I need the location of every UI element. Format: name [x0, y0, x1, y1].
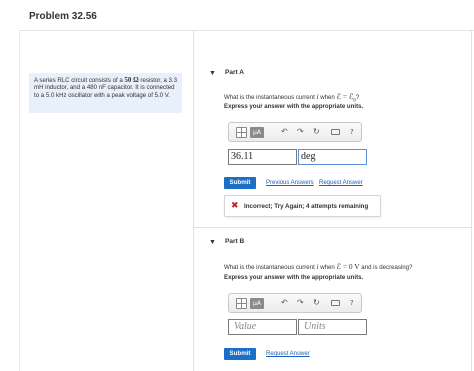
header-divider [19, 30, 474, 31]
part-b-question: What is the instantaneous current i when… [224, 262, 412, 271]
emf-expression: ℰ = 0 V [336, 262, 360, 271]
help-question-icon[interactable]: ? [350, 297, 354, 309]
redo-arrow-icon[interactable]: ↷ [297, 126, 304, 138]
part-a-instruction: Express your answer with the appropriate… [224, 103, 364, 110]
redo-arrow-icon[interactable]: ↷ [297, 297, 304, 309]
resistance-value: 50 [124, 76, 132, 84]
part-a-collapse-caret[interactable]: ▼ [209, 70, 216, 77]
right-border [471, 30, 472, 371]
keyboard-icon[interactable] [331, 300, 340, 306]
x-mark-icon: ✖ [231, 201, 239, 211]
emf-expression: ℰ = ℰ0 [336, 92, 356, 103]
undo-arrow-icon[interactable]: ↶ [281, 126, 288, 138]
part-a-value-input[interactable]: 36.11 [228, 149, 297, 165]
units-button[interactable]: μA [250, 298, 264, 309]
previous-answers-link[interactable]: Previous Answers [266, 180, 314, 186]
part-b-label[interactable]: Part B [225, 238, 244, 245]
part-b-math-toolbar: μA ↶ ↷ ↻ ? [228, 293, 362, 313]
part-b-value-input[interactable]: Value [228, 319, 297, 335]
question-text: What is the instantaneous current [224, 264, 317, 271]
undo-arrow-icon[interactable]: ↶ [281, 297, 288, 309]
feedback-message: Incorrect; Try Again; 4 attempts remaini… [244, 202, 369, 210]
reset-icon[interactable]: ↻ [313, 297, 320, 309]
templates-grid-icon[interactable] [236, 127, 247, 138]
part-a-math-toolbar: μA ↶ ↷ ↻ ? [228, 122, 362, 142]
problem-statement: A series RLC circuit consists of a 50 Ω … [29, 73, 182, 113]
question-text: and is decreasing? [359, 264, 413, 271]
request-answer-link[interactable]: Request Answer [266, 351, 310, 357]
question-text: when [318, 264, 337, 271]
question-text: when [318, 94, 337, 101]
part-a-units-input[interactable]: deg [298, 149, 367, 165]
templates-grid-icon[interactable] [236, 298, 247, 309]
question-text: What is the instantaneous current [224, 94, 317, 101]
units-button[interactable]: μA [250, 127, 264, 138]
part-b-collapse-caret[interactable]: ▼ [209, 239, 216, 246]
emf-symbol: ℰ = ℰ [336, 92, 354, 101]
part-a-submit-button[interactable]: Submit [224, 177, 256, 189]
part-divider [194, 227, 471, 228]
part-b-instruction: Express your answer with the appropriate… [224, 274, 364, 281]
request-answer-link[interactable]: Request Answer [319, 180, 363, 186]
statement-text-pre: A series RLC circuit consists of a [34, 77, 125, 84]
question-text: ? [355, 94, 360, 101]
keyboard-icon[interactable] [331, 129, 340, 135]
column-divider [193, 30, 194, 371]
part-a-question: What is the instantaneous current i when… [224, 92, 359, 103]
problem-title: Problem 32.56 [29, 11, 97, 22]
part-b-units-input[interactable]: Units [298, 319, 367, 335]
part-a-label[interactable]: Part A [225, 69, 244, 76]
reset-icon[interactable]: ↻ [313, 126, 320, 138]
left-border [19, 30, 20, 371]
incorrect-feedback: ✖ Incorrect; Try Again; 4 attempts remai… [224, 195, 381, 217]
help-question-icon[interactable]: ? [350, 126, 354, 138]
part-b-submit-button[interactable]: Submit [224, 348, 256, 360]
